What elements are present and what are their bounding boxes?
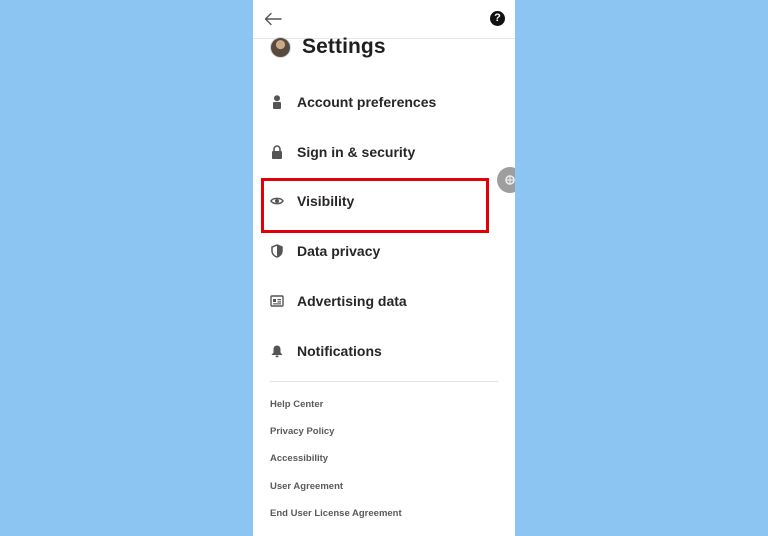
help-center-link[interactable]: Help Center bbox=[270, 399, 323, 410]
eula-link[interactable]: End User License Agreement bbox=[270, 508, 402, 519]
help-button[interactable]: ? bbox=[490, 11, 505, 26]
arrow-left-icon bbox=[264, 12, 282, 26]
menu-item-notifications[interactable]: Notifications bbox=[270, 336, 500, 366]
menu-label: Account preferences bbox=[297, 94, 437, 110]
menu-item-sign-in-security[interactable]: Sign in & security bbox=[270, 137, 500, 167]
avatar[interactable] bbox=[270, 36, 291, 58]
menu-label: Notifications bbox=[297, 343, 382, 359]
settings-screen: ? Settings Account preferences Sign in &… bbox=[253, 0, 515, 536]
privacy-policy-link[interactable]: Privacy Policy bbox=[270, 426, 334, 437]
menu-item-visibility[interactable]: Visibility bbox=[270, 186, 500, 216]
menu-item-account-preferences[interactable]: Account preferences bbox=[270, 87, 500, 117]
background-mask bbox=[515, 160, 535, 200]
person-icon bbox=[270, 94, 284, 110]
menu-item-advertising-data[interactable]: Advertising data bbox=[270, 286, 500, 316]
shield-icon bbox=[270, 243, 284, 259]
ad-card-icon bbox=[270, 293, 284, 309]
divider bbox=[270, 381, 498, 382]
eye-icon bbox=[270, 193, 284, 209]
menu-label: Data privacy bbox=[297, 243, 381, 259]
menu-label: Visibility bbox=[297, 193, 355, 209]
menu-item-data-privacy[interactable]: Data privacy bbox=[270, 236, 500, 266]
user-agreement-link[interactable]: User Agreement bbox=[270, 481, 343, 492]
accessibility-link[interactable]: Accessibility bbox=[270, 453, 328, 464]
help-icon: ? bbox=[494, 12, 501, 24]
menu-label: Advertising data bbox=[297, 293, 407, 309]
page-title: Settings bbox=[302, 35, 386, 58]
menu-label: Sign in & security bbox=[297, 144, 416, 160]
lock-icon bbox=[270, 144, 284, 160]
bell-icon bbox=[270, 343, 284, 359]
back-button[interactable] bbox=[263, 9, 283, 29]
page-header: Settings bbox=[270, 34, 386, 60]
